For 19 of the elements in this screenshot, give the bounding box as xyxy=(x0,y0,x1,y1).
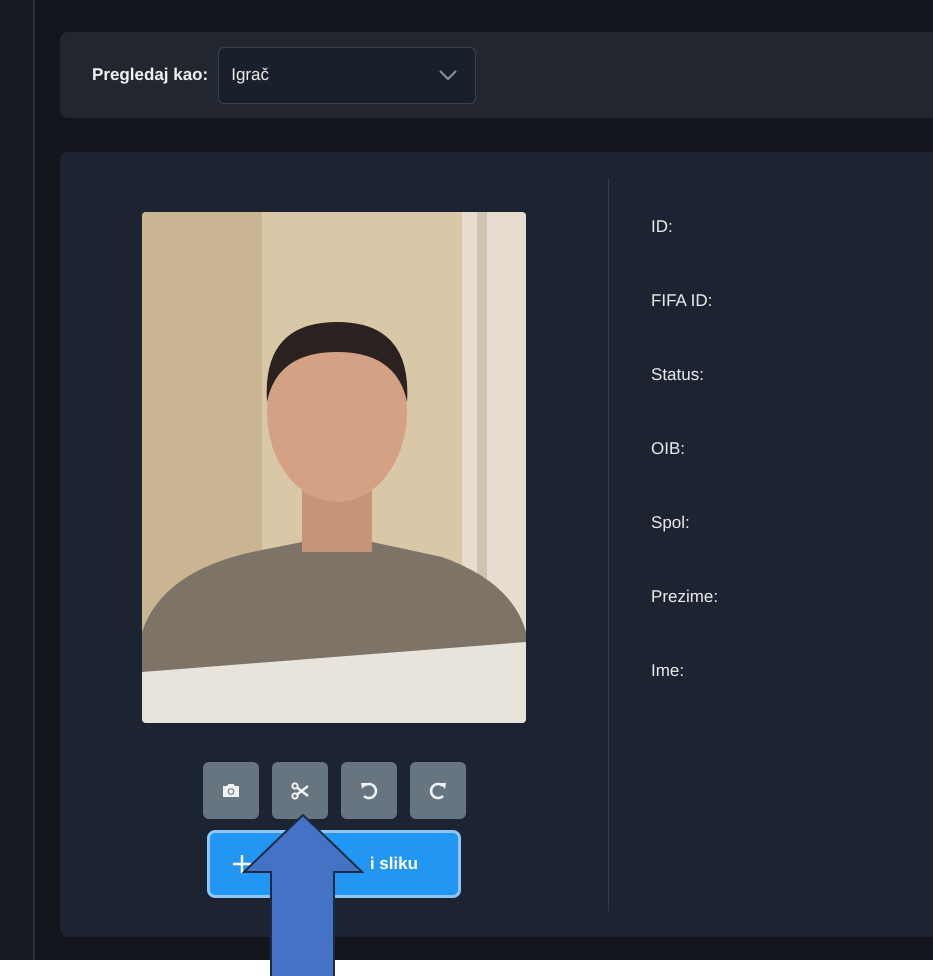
chevron-down-icon xyxy=(439,70,458,80)
rotate-right-button[interactable] xyxy=(410,762,466,819)
field-label: ID: xyxy=(651,216,674,238)
camera-icon xyxy=(222,783,240,798)
scissors-icon xyxy=(290,782,308,800)
camera-button[interactable] xyxy=(202,762,258,819)
field-label: Spol: xyxy=(651,512,691,534)
field-label: OIB: xyxy=(651,438,686,460)
field-label: Ime: xyxy=(651,660,686,682)
field-label: FIFA ID: xyxy=(651,290,714,312)
field-label: Prezime: xyxy=(651,586,718,608)
field-label: Status: xyxy=(651,364,705,386)
crop-button[interactable] xyxy=(272,762,328,819)
rotate-left-icon xyxy=(360,782,378,800)
view-as-label: Pregledaj kao: xyxy=(92,65,208,85)
rotate-left-button[interactable] xyxy=(340,762,396,819)
plus-icon xyxy=(232,854,252,874)
role-select[interactable]: Igrač xyxy=(218,46,476,104)
rotate-right-icon xyxy=(428,782,446,800)
